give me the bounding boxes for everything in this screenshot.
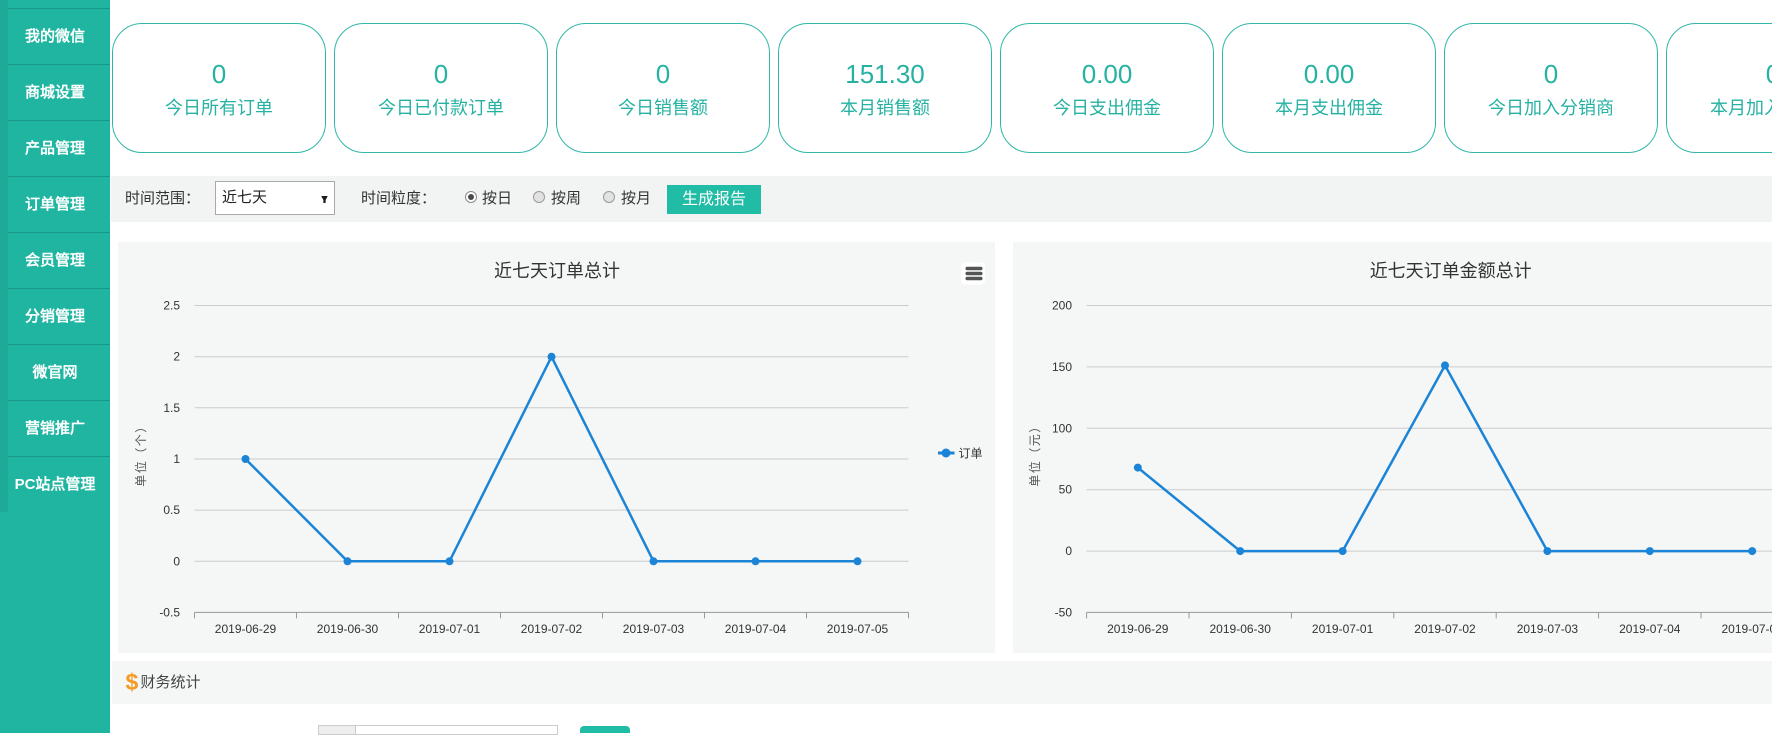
svg-text:2019-07-01: 2019-07-01: [1312, 622, 1374, 636]
svg-text:2019-07-01: 2019-07-01: [419, 622, 481, 636]
svg-text:2019-06-30: 2019-06-30: [1210, 622, 1272, 636]
svg-text:1.5: 1.5: [163, 401, 180, 415]
svg-text:50: 50: [1059, 483, 1073, 497]
svg-text:100: 100: [1052, 421, 1072, 435]
svg-text:2.5: 2.5: [163, 299, 180, 313]
svg-text:-50: -50: [1055, 605, 1073, 619]
svg-text:2019-06-29: 2019-06-29: [215, 622, 277, 636]
svg-text:订单: 订单: [959, 447, 983, 461]
svg-text:200: 200: [1052, 299, 1072, 313]
svg-text:2019-07-05: 2019-07-05: [827, 622, 889, 636]
svg-text:0: 0: [1065, 544, 1072, 558]
svg-text:2019-07-02: 2019-07-02: [1414, 622, 1476, 636]
svg-text:2019-07-02: 2019-07-02: [521, 622, 583, 636]
svg-text:近七天订单金额总计: 近七天订单金额总计: [1370, 261, 1532, 281]
svg-text:单位（个）: 单位（个）: [133, 419, 148, 487]
svg-text:2019-07-03: 2019-07-03: [1517, 622, 1579, 636]
svg-text:150: 150: [1052, 360, 1072, 374]
svg-text:近七天订单总计: 近七天订单总计: [494, 261, 620, 281]
svg-text:-0.5: -0.5: [159, 605, 180, 619]
svg-text:0.5: 0.5: [163, 503, 180, 517]
svg-text:单位（元）: 单位（元）: [1027, 419, 1042, 487]
svg-text:1: 1: [173, 452, 180, 466]
svg-text:2019-06-29: 2019-06-29: [1107, 622, 1169, 636]
svg-text:2: 2: [173, 350, 180, 364]
svg-text:2019-07-05: 2019-07-05: [1722, 622, 1772, 636]
svg-text:2019-07-04: 2019-07-04: [725, 622, 787, 636]
svg-text:0: 0: [173, 554, 180, 568]
svg-text:2019-07-04: 2019-07-04: [1619, 622, 1681, 636]
svg-text:2019-06-30: 2019-06-30: [317, 622, 379, 636]
svg-text:2019-07-03: 2019-07-03: [623, 622, 685, 636]
